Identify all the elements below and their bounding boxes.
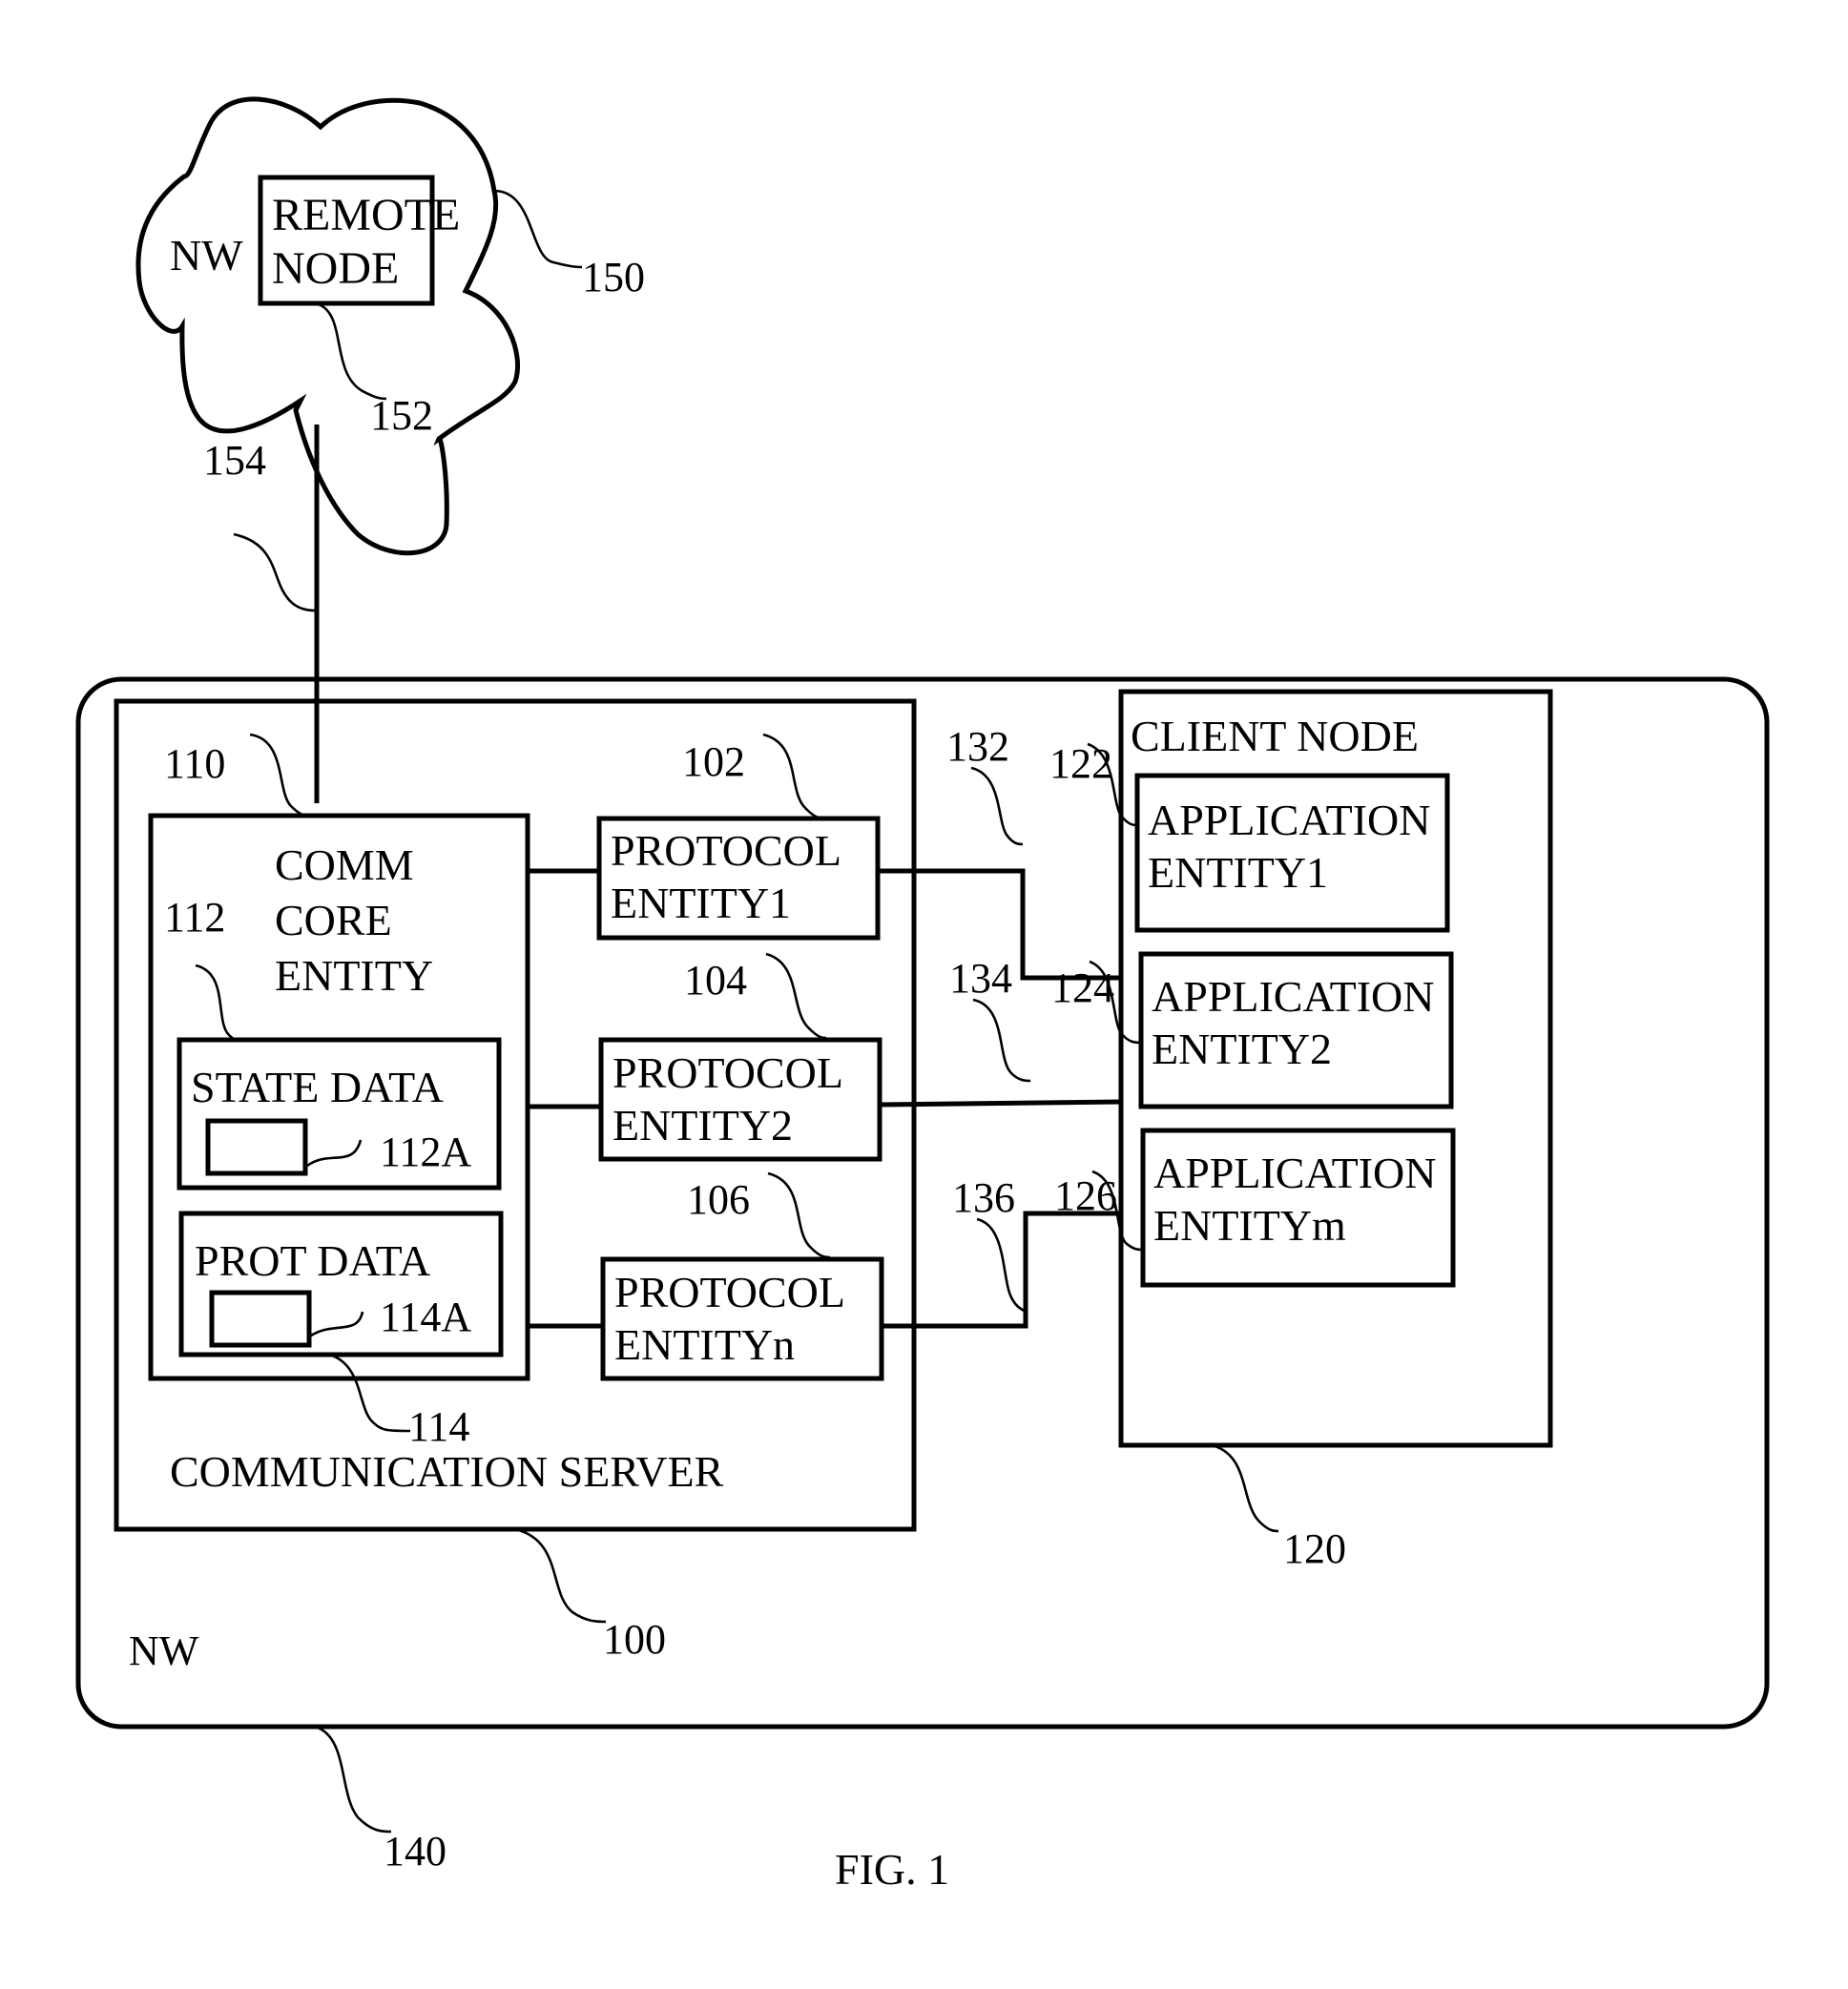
leader-154 xyxy=(233,532,318,612)
leader-136 xyxy=(976,1217,1027,1314)
protocol-entity-1-line1: PROTOCOL xyxy=(611,826,841,875)
protocol-entity-1[interactable]: PROTOCOL ENTITY1 xyxy=(596,816,881,941)
ref-104: 104 xyxy=(684,957,747,1004)
leader-134 xyxy=(972,998,1031,1083)
ref-132: 132 xyxy=(946,723,1009,770)
ref-136: 136 xyxy=(952,1174,1015,1221)
application-entity-1-line2: ENTITY1 xyxy=(1148,848,1328,897)
leader-104 xyxy=(765,952,827,1040)
protocol-entity-n-line2: ENTITYn xyxy=(614,1320,795,1369)
ref-112: 112 xyxy=(164,894,225,941)
leader-132 xyxy=(970,766,1024,846)
local-network-label: NW xyxy=(129,1627,199,1674)
protocol-entity-1-line2: ENTITY1 xyxy=(611,879,791,927)
ref-122: 122 xyxy=(1049,740,1112,787)
comm-core-entity-line1: COMM xyxy=(275,840,414,889)
ref-154: 154 xyxy=(203,437,266,484)
protocol-entity-n[interactable]: PROTOCOL ENTITYn xyxy=(600,1256,884,1381)
leader-100 xyxy=(514,1527,607,1624)
connection-134 xyxy=(879,1099,1122,1108)
leader-150 xyxy=(493,189,583,269)
application-entity-1[interactable]: APPLICATION ENTITY1 xyxy=(1134,773,1450,933)
ref-134: 134 xyxy=(949,955,1012,1002)
ref-100: 100 xyxy=(603,1616,666,1663)
state-data-item-112a[interactable] xyxy=(205,1118,308,1176)
ref-124: 124 xyxy=(1051,964,1114,1011)
leader-152 xyxy=(314,301,387,401)
ref-150: 150 xyxy=(582,254,645,300)
remote-network-label: NW xyxy=(170,231,243,280)
application-entity-m-line1: APPLICATION xyxy=(1153,1149,1436,1197)
ref-114: 114 xyxy=(408,1403,469,1450)
application-entity-2[interactable]: APPLICATION ENTITY2 xyxy=(1138,951,1454,1109)
leader-114 xyxy=(328,1353,411,1433)
protocol-entity-2-line1: PROTOCOL xyxy=(613,1048,843,1097)
communication-server: COMMUNICATION SERVER 100 COMM CORE ENTIT… xyxy=(114,698,917,1663)
leader-112a xyxy=(306,1139,363,1168)
leader-120 xyxy=(1211,1443,1279,1533)
connection-136 xyxy=(882,1211,1121,1329)
remote-network-cloud: NW REMOTE NODE 150 152 154 xyxy=(135,96,645,556)
client-node-label: CLIENT NODE xyxy=(1131,712,1419,760)
ref-106: 106 xyxy=(687,1176,750,1223)
protocol-entity-2[interactable]: PROTOCOL ENTITY2 xyxy=(598,1037,882,1162)
figure-caption: FIG. 1 xyxy=(835,1845,949,1894)
remote-node-label-line2: NODE xyxy=(272,243,399,294)
prot-data-label: PROT DATA xyxy=(195,1236,430,1285)
network-diagram: NW REMOTE NODE 150 152 154 NW 140 COMMUN… xyxy=(75,96,1770,1894)
leader-110 xyxy=(249,733,308,818)
leader-112 xyxy=(195,963,239,1042)
client-node: CLIENT NODE 120 APPLICATION ENTITY1 122 … xyxy=(1049,689,1553,1572)
prot-data-item-114a[interactable] xyxy=(209,1290,312,1348)
leader-106 xyxy=(767,1171,831,1259)
ref-102: 102 xyxy=(682,738,745,785)
cloud-outline xyxy=(135,96,521,556)
application-entity-m-line2: ENTITYm xyxy=(1153,1201,1346,1250)
application-entity-m[interactable]: APPLICATION ENTITYm xyxy=(1140,1128,1456,1288)
application-entity-2-line1: APPLICATION xyxy=(1152,972,1434,1021)
application-entity-1-line1: APPLICATION xyxy=(1148,796,1430,844)
remote-node-label-line1: REMOTE xyxy=(272,190,460,240)
comm-core-entity-line3: ENTITY xyxy=(275,951,433,1000)
application-entity-2-line2: ENTITY2 xyxy=(1152,1025,1332,1073)
ref-152: 152 xyxy=(370,392,433,439)
ref-110: 110 xyxy=(164,740,225,787)
leader-114a xyxy=(310,1311,364,1337)
leader-140 xyxy=(314,1725,392,1834)
protocol-entity-2-line2: ENTITY2 xyxy=(613,1101,793,1150)
communication-server-label: COMMUNICATION SERVER xyxy=(170,1447,724,1496)
state-data-label: STATE DATA xyxy=(191,1063,444,1111)
ref-140: 140 xyxy=(384,1828,446,1875)
leader-102 xyxy=(762,733,826,820)
protocol-entity-n-line1: PROTOCOL xyxy=(614,1268,845,1316)
local-network-boundary xyxy=(75,676,1770,1730)
ref-120: 120 xyxy=(1283,1525,1346,1572)
ref-114a: 114A xyxy=(380,1294,471,1340)
comm-core-entity-line2: CORE xyxy=(275,896,392,944)
ref-112a: 112A xyxy=(380,1129,471,1175)
